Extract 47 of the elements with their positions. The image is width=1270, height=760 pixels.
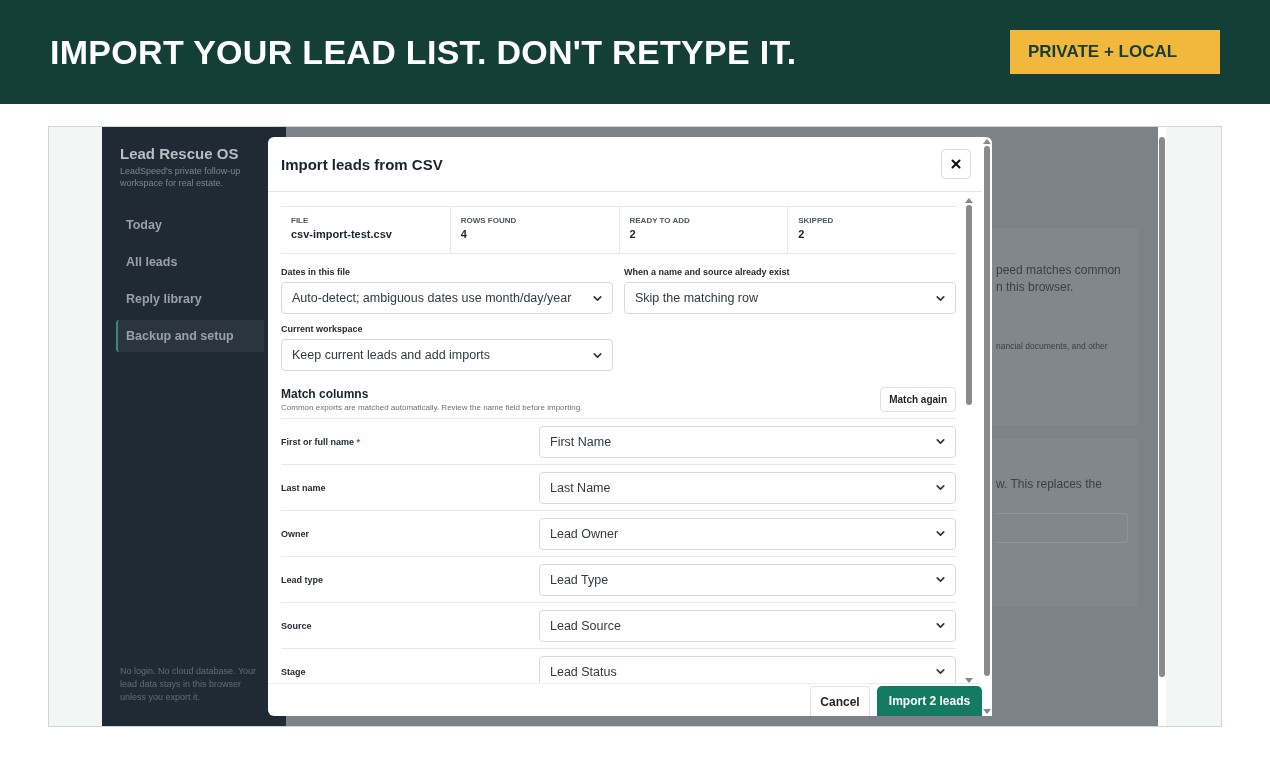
- app-title: Lead Rescue OS: [119, 145, 240, 162]
- stat-label: FILE: [291, 216, 310, 225]
- banner-title: IMPORT YOUR LEAD LIST. DON'T RETYPE IT.: [50, 32, 797, 72]
- card-text: w. This replaces the: [996, 476, 1103, 493]
- dialog-title: Import leads from CSV: [281, 155, 443, 173]
- field-label: Last name: [281, 482, 327, 493]
- dropdown[interactable]: Last Name: [539, 471, 956, 504]
- dropdown[interactable]: Skip the matching row: [624, 282, 956, 314]
- card-text: n this browser.: [996, 279, 1075, 296]
- dropdown[interactable]: Lead Owner: [539, 517, 956, 550]
- card-text: peed matches common: [996, 262, 1122, 279]
- dropdown[interactable]: Keep current leads and add imports: [281, 339, 613, 371]
- app-subtitle: LeadSpeed's private follow-up workspace for real estate.: [119, 165, 242, 189]
- sidebar-item[interactable]: All leads: [116, 246, 264, 278]
- close-button[interactable]: [941, 149, 971, 179]
- field-label: Source: [281, 620, 313, 631]
- cancel-button[interactable]: Cancel: [810, 686, 870, 716]
- import-button[interactable]: Import 2 leads: [877, 686, 982, 716]
- field-label: Stage: [281, 666, 307, 677]
- field-label: Lead type: [281, 574, 324, 585]
- match-again-button[interactable]: Match again: [880, 387, 956, 412]
- stat-label: READY TO ADD: [629, 216, 691, 225]
- field-label: When a name and source already exist: [624, 267, 791, 277]
- stat-label: SKIPPED: [798, 216, 835, 225]
- required-mark: *: [356, 436, 361, 447]
- badge: PRIVATE + LOCAL: [1010, 30, 1220, 74]
- dropdown[interactable]: Lead Source: [539, 609, 956, 642]
- stat-value: 2: [798, 228, 806, 240]
- stat-value: 4: [460, 228, 468, 240]
- card-note: nancial documents, and other: [996, 341, 1109, 351]
- dropdown[interactable]: First Name: [539, 425, 956, 458]
- sidebar-item[interactable]: Backup and setup: [116, 320, 264, 352]
- sidebar-item[interactable]: Today: [116, 209, 264, 241]
- close-icon: [949, 157, 963, 171]
- field-label: Dates in this file: [281, 267, 352, 277]
- stat-value: csv-import-test.csv: [291, 228, 393, 240]
- section-hint: Common exports are matched automatically. Review the name field before importing.: [281, 403, 583, 412]
- field-label: First or full name *: [281, 436, 362, 447]
- dropdown[interactable]: Lead Type: [539, 563, 956, 596]
- dropdown[interactable]: Auto-detect; ambiguous dates use month/day/year: [281, 282, 613, 314]
- section-title: Match columns: [281, 387, 370, 401]
- scrollbar[interactable]: [1158, 127, 1166, 726]
- field-label: Current workspace: [281, 324, 364, 334]
- stat-label: ROWS FOUND: [460, 216, 518, 225]
- stat-value: 2: [629, 228, 637, 240]
- field-label: Owner: [281, 528, 310, 539]
- sidebar-item[interactable]: Reply library: [116, 283, 264, 315]
